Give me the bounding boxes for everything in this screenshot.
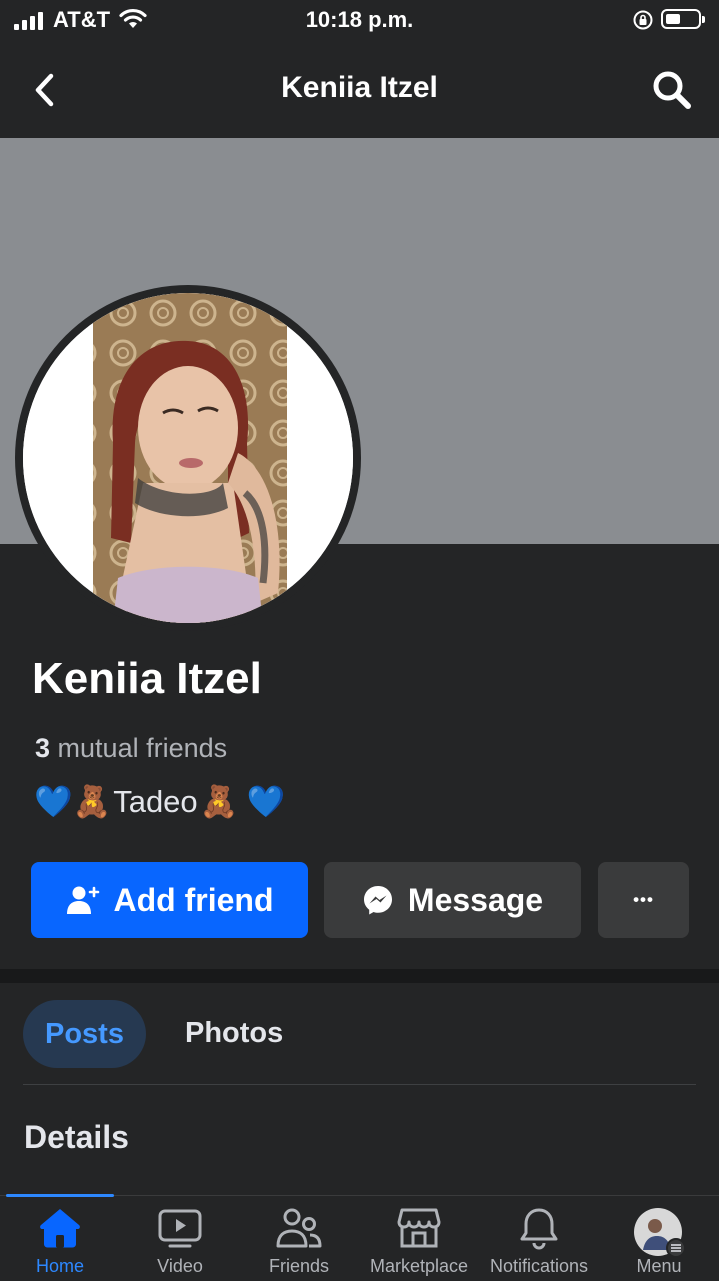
home-icon — [40, 1209, 80, 1248]
section-divider — [0, 969, 719, 983]
nav-label-notifications: Notifications — [489, 1256, 589, 1276]
profile-photo-image — [23, 293, 353, 623]
add-friend-label: Add friend — [113, 881, 274, 918]
details-heading: Details — [24, 1119, 129, 1155]
bottom-tab-bar: Home Video Friends Marketplace Notificat… — [0, 1194, 719, 1281]
search-icon[interactable] — [650, 68, 694, 112]
mutual-friends-label: mutual friends — [57, 733, 228, 763]
bio-emoji-left: 💙🧸 — [34, 784, 112, 819]
nav-label-friends: Friends — [268, 1256, 330, 1276]
nav-item-marketplace[interactable]: Marketplace — [359, 1196, 479, 1281]
profile-name: Keniia Itzel — [32, 654, 262, 703]
tab-photos[interactable]: Photos — [185, 1017, 283, 1050]
header-title: Keniia Itzel — [281, 71, 438, 104]
nav-item-menu[interactable]: Menu — [599, 1196, 719, 1281]
tab-posts[interactable]: Posts — [23, 1000, 146, 1068]
nav-item-friends[interactable]: Friends — [239, 1196, 359, 1281]
mutual-friends-count: 3 — [35, 733, 51, 763]
messenger-icon — [363, 886, 392, 915]
message-label: Message — [407, 881, 544, 918]
marketplace-icon — [397, 1208, 441, 1248]
nav-label-menu: Menu — [636, 1256, 682, 1276]
bell-icon — [520, 1208, 558, 1250]
tabs-divider — [23, 1084, 696, 1085]
mutual-friends[interactable]: 3 mutual friends — [35, 733, 227, 764]
more-options-icon: ••• — [633, 890, 654, 909]
nav-header: Keniia Itzel — [0, 42, 719, 138]
friends-icon — [276, 1208, 322, 1248]
rotation-lock-icon — [633, 10, 653, 30]
nav-item-notifications[interactable]: Notifications — [479, 1196, 599, 1281]
profile-picture[interactable] — [15, 285, 361, 631]
bio-text: Tadeo — [113, 783, 198, 819]
video-icon — [158, 1209, 202, 1248]
bio-emoji-right: 🧸 💙 — [199, 784, 286, 819]
add-person-icon — [66, 886, 99, 914]
more-options-button[interactable]: ••• — [598, 862, 689, 938]
nav-item-video[interactable]: Video — [120, 1196, 240, 1281]
add-friend-button[interactable]: Add friend — [31, 862, 308, 938]
battery-icon — [661, 9, 705, 29]
menu-avatar-icon — [634, 1208, 686, 1258]
profile-bio: 💙🧸 Tadeo 🧸 💙 — [34, 783, 285, 820]
nav-label-marketplace: Marketplace — [369, 1256, 469, 1276]
message-button[interactable]: Message — [324, 862, 581, 938]
profile-tabs-section: Posts Photos Details — [0, 983, 719, 1195]
nav-item-home[interactable]: Home — [0, 1196, 120, 1281]
status-time: 10:18 p.m. — [305, 7, 414, 32]
status-bar: AT&T 10:18 p.m. — [0, 0, 719, 42]
